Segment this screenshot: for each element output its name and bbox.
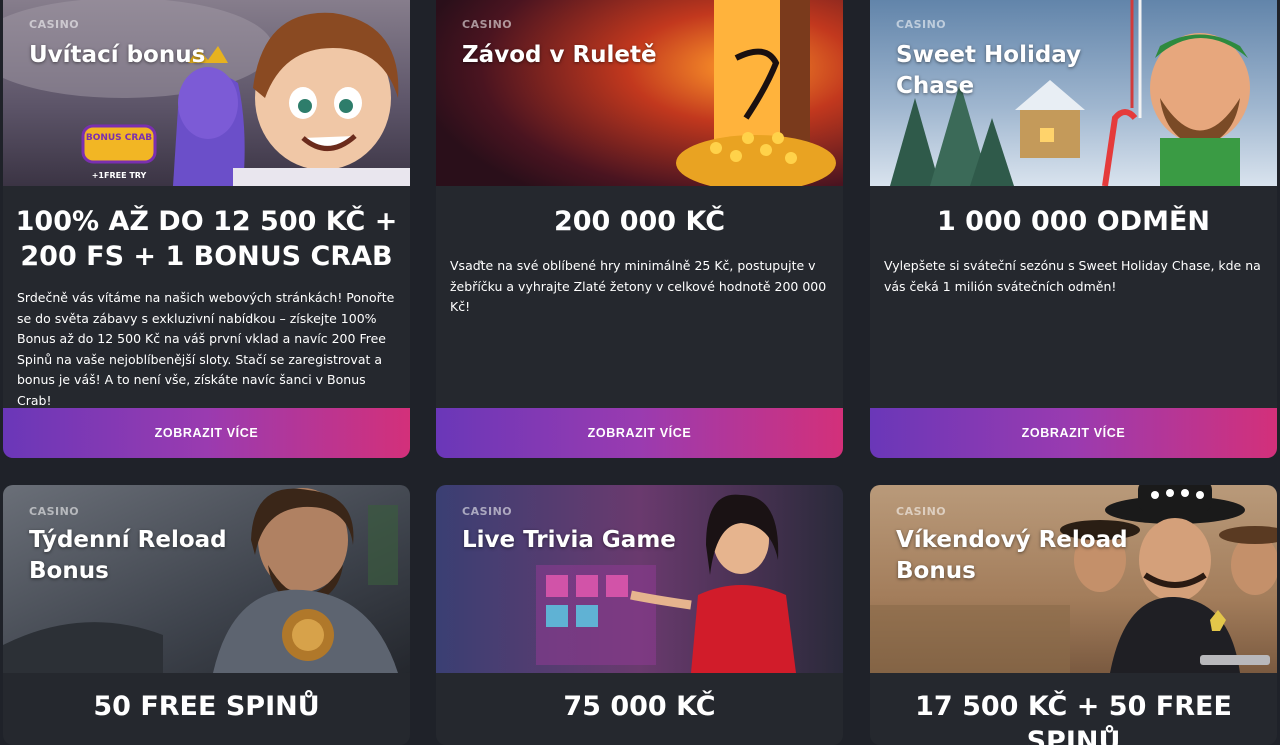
promo-hero: CASINO Sweet Holiday Chase	[870, 0, 1277, 186]
promo-card-weekly-reload[interactable]: CASINO Týdenní Reload Bonus 50 FREE SPIN…	[3, 485, 410, 745]
promo-hero: BONUS CRAB +1FREE TRY CASINO Uvítací bon…	[3, 0, 410, 186]
category-label: CASINO	[896, 18, 947, 31]
promo-amount: 200 000 KČ	[553, 206, 726, 237]
promo-description: Vsaďte na své oblíbené hry minimálně 25 …	[450, 258, 827, 314]
promo-card-live-trivia[interactable]: CASINO Live Trivia Game 75 000 KČ	[436, 485, 843, 745]
promo-hero: CASINO Live Trivia Game	[436, 485, 843, 673]
promo-description: Srdečně vás vítáme na našich webových st…	[17, 290, 395, 408]
category-label: CASINO	[29, 18, 80, 31]
promo-card-welcome-bonus[interactable]: BONUS CRAB +1FREE TRY CASINO Uvítací bon…	[3, 0, 410, 458]
promo-card-weekend-reload[interactable]: CASINO Víkendový Reload Bonus 17 500 KČ …	[870, 485, 1277, 745]
promo-hero: CASINO Závod v Ruletě	[436, 0, 843, 186]
promo-amount: 75 000 KČ	[563, 691, 716, 722]
svg-text:+1FREE TRY: +1FREE TRY	[92, 171, 147, 180]
promotions-grid: BONUS CRAB +1FREE TRY CASINO Uvítací bon…	[0, 0, 1280, 745]
promo-amount: 100% AŽ DO 12 500 KČ + 200 FS + 1 BONUS …	[15, 206, 398, 272]
promo-card-roulette-race[interactable]: CASINO Závod v Ruletě 200 000 KČ Vsaďte …	[436, 0, 843, 458]
promo-title: Sweet Holiday Chase	[896, 42, 1082, 99]
show-more-button[interactable]: ZOBRAZIT VÍCE	[3, 408, 410, 458]
promo-hero: CASINO Víkendový Reload Bonus	[870, 485, 1277, 673]
promo-description: Vylepšete si sváteční sezónu s Sweet Hol…	[884, 258, 1261, 294]
promo-title: Live Trivia Game	[462, 527, 676, 553]
category-label: CASINO	[462, 505, 513, 518]
bonus-crab-badge: BONUS CRAB +1FREE TRY	[81, 124, 157, 180]
show-more-button[interactable]: ZOBRAZIT VÍCE	[436, 408, 843, 458]
promo-title: Víkendový Reload Bonus	[896, 527, 1128, 584]
promo-title: Týdenní Reload Bonus	[29, 527, 227, 584]
promo-amount: 50 FREE SPINŮ	[93, 691, 320, 722]
category-label: CASINO	[29, 505, 80, 518]
promo-title: Závod v Ruletě	[462, 42, 657, 68]
promo-amount: 17 500 KČ + 50 FREE SPINŮ	[915, 691, 1232, 745]
show-more-button[interactable]: ZOBRAZIT VÍCE	[870, 408, 1277, 458]
promo-hero: CASINO Týdenní Reload Bonus	[3, 485, 410, 673]
promo-amount: 1 000 000 ODMĚN	[937, 206, 1210, 237]
promo-card-sweet-holiday-chase[interactable]: CASINO Sweet Holiday Chase 1 000 000 ODM…	[870, 0, 1277, 458]
category-label: CASINO	[896, 505, 947, 518]
promo-title: Uvítací bonus	[29, 42, 206, 68]
category-label: CASINO	[462, 18, 513, 31]
svg-text:BONUS CRAB: BONUS CRAB	[86, 133, 152, 143]
